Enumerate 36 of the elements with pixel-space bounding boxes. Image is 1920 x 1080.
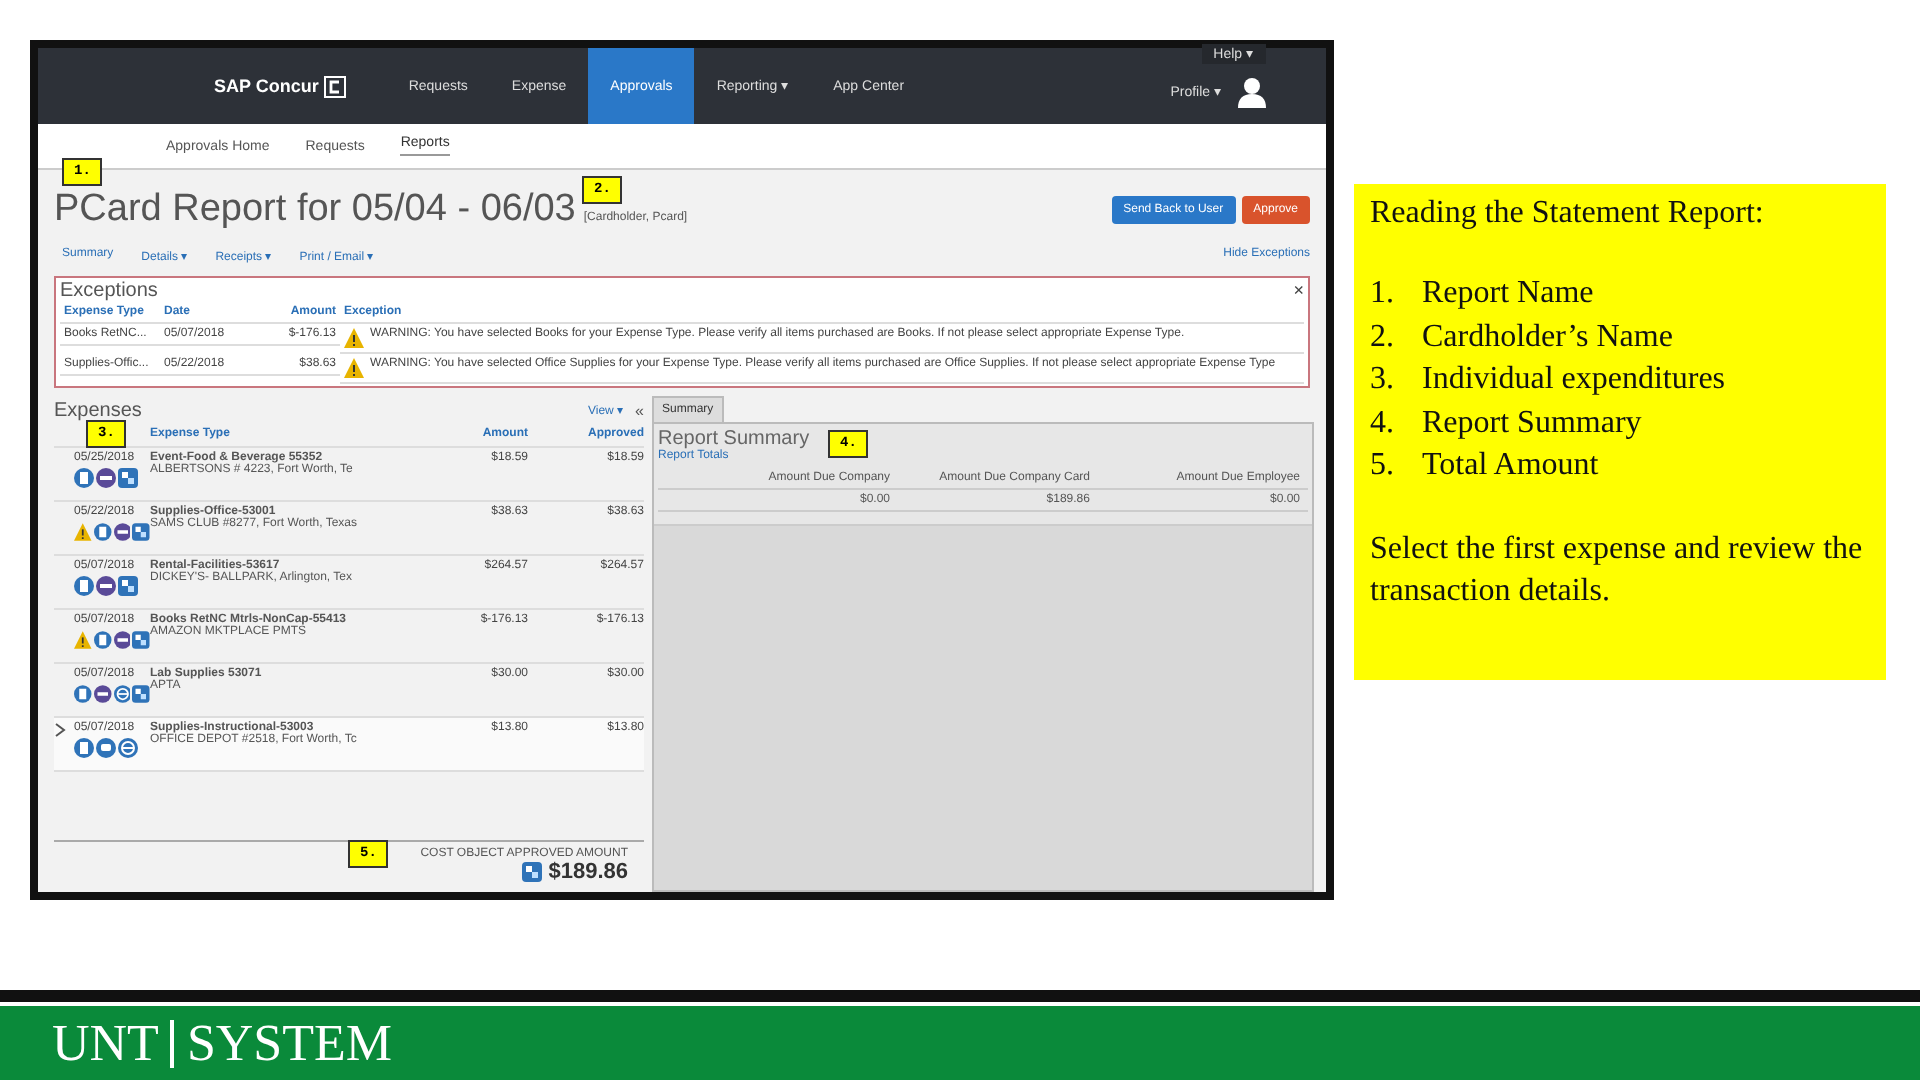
list-number: 1.: [1370, 274, 1396, 314]
list-item: Total Amount: [1422, 446, 1599, 486]
list-item: Report Summary: [1422, 403, 1642, 443]
chevron-icon: [54, 722, 66, 738]
list-item: Individual expenditures: [1422, 360, 1726, 400]
logo[interactable]: SAP Concur: [214, 76, 319, 96]
instruction-text: Select the first expense and review the transaction details.: [1370, 529, 1865, 612]
list-number: 2.: [1370, 317, 1396, 357]
receipt-icon[interactable]: [74, 468, 94, 488]
collapse-button[interactable]: «: [635, 401, 644, 419]
receipt-icon[interactable]: [74, 576, 94, 596]
list-item: Cardholder’s Name: [1422, 317, 1673, 357]
list-number: 3.: [1370, 360, 1396, 400]
note-title: Reading the Statement Report:: [1370, 196, 1766, 232]
expenses-title: Expenses: [54, 399, 142, 421]
list-number: 4.: [1370, 403, 1396, 443]
warning-icon: [344, 328, 364, 348]
close-icon[interactable]: ×: [1293, 280, 1304, 302]
comment-icon[interactable]: [96, 738, 116, 758]
warning-icon: [344, 358, 364, 378]
list-number: 5.: [1370, 446, 1396, 486]
receipt-icon[interactable]: [74, 684, 92, 704]
logo-text: UNT: [52, 1013, 159, 1073]
exceptions-title: Exceptions: [60, 280, 158, 302]
receipt-icon[interactable]: [93, 630, 111, 650]
total-amount: $189.86: [548, 860, 628, 884]
avatar-icon[interactable]: [1238, 76, 1266, 108]
receipt-icon[interactable]: [93, 522, 111, 542]
warning-icon: [74, 630, 92, 650]
summary-title: Report Summary: [658, 428, 810, 450]
receipt-icon[interactable]: [74, 738, 94, 758]
logo-icon: [324, 75, 347, 97]
report-title: PCard Report for 05/04 - 06/03: [54, 190, 576, 228]
warning-icon: [74, 522, 92, 542]
logo-text: SYSTEM: [186, 1013, 393, 1073]
list-item: Report Name: [1422, 274, 1594, 314]
